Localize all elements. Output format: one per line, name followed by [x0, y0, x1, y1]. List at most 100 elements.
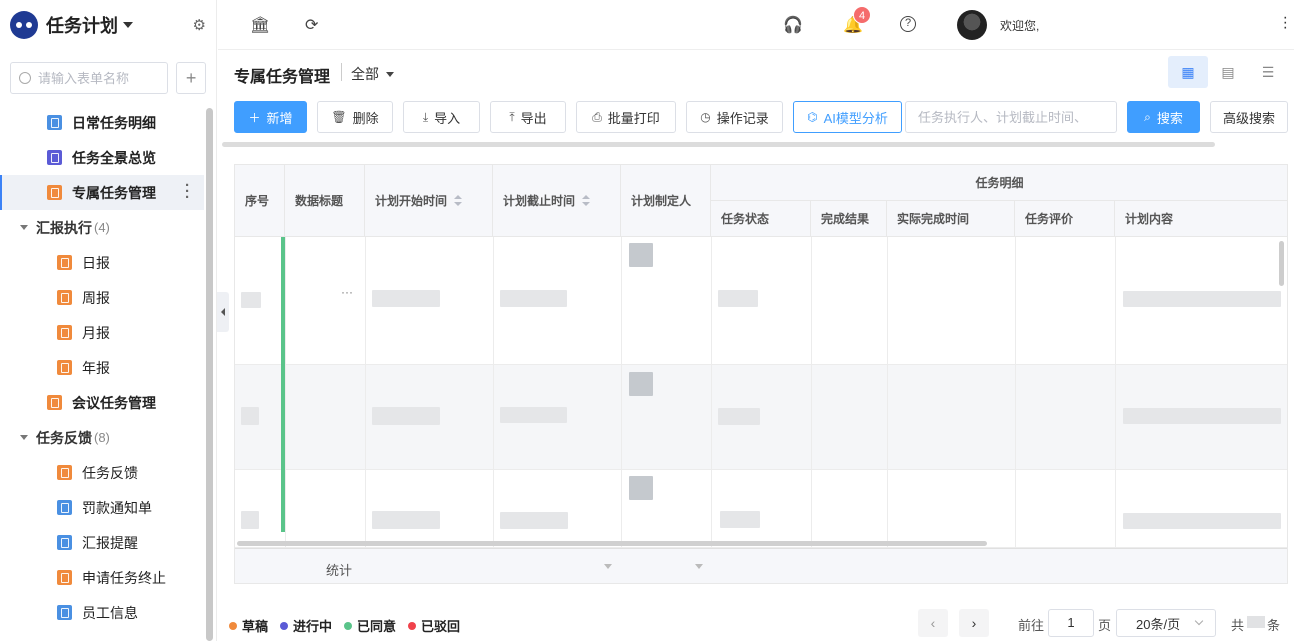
sidebar-item-task-feedback[interactable]: 任务反馈	[0, 455, 204, 490]
sidebar-group-count: (4)	[94, 220, 110, 235]
column-header-planner[interactable]: 计划制定人	[621, 165, 711, 237]
sidebar-item-employee-info[interactable]: 员工信息	[0, 595, 204, 630]
search-button[interactable]: ⌕ 搜索	[1127, 101, 1200, 133]
gear-icon[interactable]: ⚙	[193, 16, 206, 34]
refresh-icon[interactable]: ⟳	[305, 15, 318, 35]
sidebar-item-daily-tasks[interactable]: 日常任务明细	[0, 105, 204, 140]
sidebar-item-exclusive-tasks[interactable]: 专属任务管理 · · ·	[0, 175, 204, 210]
sort-icon[interactable]	[582, 195, 591, 206]
sidebar-item-label: 员工信息	[82, 604, 138, 621]
legend-dot	[229, 621, 237, 630]
sidebar-item-label: 周报	[82, 289, 110, 306]
sidebar-item-label: 专属任务管理	[72, 184, 156, 201]
scope-select[interactable]: 全部	[351, 64, 394, 84]
column-header-label: 计划内容	[1125, 212, 1174, 226]
sidebar-item-report-reminder[interactable]: 汇报提醒	[0, 525, 204, 560]
legend-item: 已同意	[344, 616, 396, 635]
column-header-plan-start[interactable]: 计划开始时间	[365, 165, 493, 237]
sidebar-item-daily-report[interactable]: 日报	[0, 245, 204, 280]
toolbar-scrollbar[interactable]	[222, 142, 1215, 147]
export-button[interactable]: ⤒ 导出	[490, 101, 566, 133]
sidebar-item-weekly-report[interactable]: 周报	[0, 280, 204, 315]
form-search-input[interactable]	[38, 70, 158, 86]
app-switch-caret-icon[interactable]	[123, 22, 133, 28]
avatar[interactable]	[957, 10, 987, 40]
app-title[interactable]: 任务计划	[46, 12, 118, 38]
column-header-data-title[interactable]: 数据标题	[285, 165, 365, 237]
sidebar-item-penalty-notice[interactable]: 罚款通知单	[0, 490, 204, 525]
import-button-label: 导入	[434, 110, 461, 126]
printer-icon: ⎙	[592, 109, 602, 124]
sidebar-item-annual-report[interactable]: 年报	[0, 350, 204, 385]
keyword-search-input[interactable]	[906, 102, 1116, 132]
title-divider	[341, 63, 342, 81]
sidebar-item-task-overview[interactable]: 任务全景总览	[0, 140, 204, 175]
page-size-select[interactable]: 20条/页	[1116, 609, 1216, 637]
bank-icon[interactable]: 🏛	[250, 15, 270, 35]
sidebar-group-report[interactable]: 汇报执行 (4)	[0, 210, 204, 245]
column-divider	[621, 237, 622, 583]
more-menu-icon[interactable]: · · ·	[1283, 10, 1288, 36]
column-divider	[493, 237, 494, 583]
history-button[interactable]: ◷ 操作记录	[686, 101, 783, 133]
calendar-view-button[interactable]: ▤	[1208, 56, 1248, 88]
sidebar-item-label: 任务全景总览	[72, 149, 156, 166]
sidebar: 任务计划 ⚙ + 日常任务明细 任务全景总览 专属任务管理 ··· 汇报执行 (…	[0, 0, 217, 641]
sidebar-group-feedback[interactable]: 任务反馈 (8)	[0, 420, 204, 455]
form-icon	[57, 500, 72, 515]
column-header-result[interactable]: 完成结果	[811, 201, 887, 237]
trash-icon: 🗑	[331, 110, 347, 124]
column-header-evaluation[interactable]: 任务评价	[1015, 201, 1115, 237]
sidebar-group-label: 汇报执行	[36, 219, 92, 236]
add-form-button[interactable]: +	[176, 62, 206, 94]
redacted-cell	[718, 408, 760, 425]
table-view-button[interactable]: ▦	[1168, 56, 1208, 88]
advanced-search-button[interactable]: 高级搜索	[1210, 101, 1288, 133]
sidebar-item-label: 年报	[82, 359, 110, 376]
sidebar-item-monthly-report[interactable]: 月报	[0, 315, 204, 350]
column-divider	[285, 237, 286, 583]
redacted-total	[1247, 616, 1265, 628]
column-header-status[interactable]: 任务状态	[711, 201, 811, 237]
table-vertical-scrollbar[interactable]	[1279, 241, 1284, 286]
summary-dropdown-icon[interactable]	[604, 564, 612, 569]
table-horizontal-scrollbar[interactable]	[237, 541, 987, 546]
sidebar-item-meeting-tasks[interactable]: 会议任务管理	[0, 385, 204, 420]
next-page-button[interactable]: ›	[959, 609, 989, 637]
import-button[interactable]: ⤓ 导入	[403, 101, 480, 133]
column-header-label: 任务状态	[721, 212, 770, 226]
column-header-actual-done[interactable]: 实际完成时间	[887, 201, 1015, 237]
column-header-plan-end[interactable]: 计划截止时间	[493, 165, 621, 237]
form-icon	[57, 465, 72, 480]
prev-page-button[interactable]: ‹	[918, 609, 948, 637]
sidebar-group-label: 任务反馈	[36, 429, 92, 446]
delete-button[interactable]: 🗑 删除	[317, 101, 393, 133]
headset-icon[interactable]: 🎧	[783, 15, 803, 35]
redacted-avatar	[629, 372, 653, 396]
page-number-input[interactable]: 1	[1048, 609, 1094, 637]
column-header-label: 实际完成时间	[897, 212, 970, 226]
ai-analysis-button[interactable]: ⌬ AI模型分析	[793, 101, 902, 133]
batch-print-button[interactable]: ⎙ 批量打印	[576, 101, 676, 133]
more-options-icon[interactable]: · · ·	[185, 178, 190, 205]
table-row[interactable]	[235, 470, 1287, 548]
advanced-search-button-label: 高级搜索	[1222, 110, 1275, 126]
redacted-cell	[372, 511, 440, 529]
sidebar-item-terminate-request[interactable]: 申请任务终止	[0, 560, 204, 595]
sidebar-scrollbar[interactable]	[206, 108, 213, 641]
expand-triangle-icon	[20, 435, 28, 440]
column-settings-button[interactable]: ☰	[1248, 56, 1288, 88]
redacted-cell	[500, 290, 567, 307]
sidebar-item-label: 申请任务终止	[82, 569, 166, 586]
summary-dropdown-icon[interactable]	[695, 564, 703, 569]
redacted-cell	[720, 511, 760, 528]
question-icon[interactable]: ?	[900, 16, 916, 32]
sidebar-collapse-handle[interactable]	[217, 292, 229, 332]
form-icon	[57, 325, 72, 340]
add-button[interactable]: ＋ 新增	[234, 101, 307, 133]
form-icon	[57, 290, 72, 305]
sort-icon[interactable]	[454, 195, 463, 206]
form-icon	[47, 185, 62, 200]
column-header-content[interactable]: 计划内容	[1115, 201, 1287, 237]
redacted-cell	[718, 290, 758, 307]
